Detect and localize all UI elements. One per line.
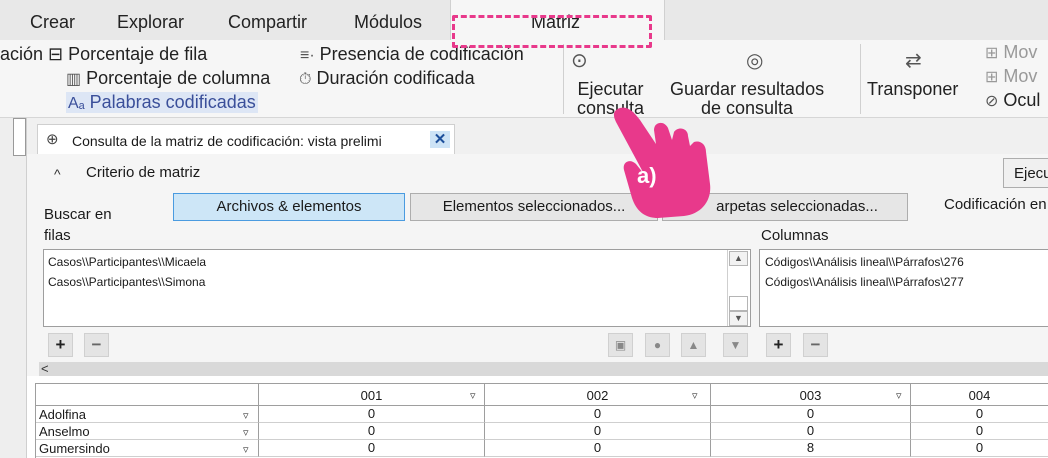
transponer-button[interactable]: Transponer	[867, 80, 958, 99]
header-label: 004	[968, 388, 991, 403]
move-right-icon: ⊞	[985, 69, 999, 86]
grid-cell[interactable]: 0	[485, 406, 711, 423]
grid-cell[interactable]: 0	[259, 406, 485, 423]
text-icon: Aₐ	[68, 95, 85, 112]
tab-crear[interactable]: Crear	[30, 12, 75, 33]
porcentaje-columna-option[interactable]: ▥ Porcentaje de columna	[66, 68, 270, 89]
palabras-codificadas-option[interactable]: Aₐ Palabras codificadas	[66, 92, 258, 113]
duracion-label: Duración codificada	[316, 68, 475, 88]
list-item[interactable]: Códigos\\Análisis lineal\\Párrafos\276	[765, 255, 964, 269]
query-icon: ⊕	[46, 131, 59, 148]
list-item[interactable]: Códigos\\Análisis lineal\\Párrafos\277	[765, 275, 964, 289]
tab-compartir[interactable]: Compartir	[228, 12, 307, 33]
scroll-thumb[interactable]	[729, 296, 748, 311]
column-header-001[interactable]: 001	[259, 384, 485, 406]
filter-icon[interactable]: ▿	[243, 426, 249, 439]
filter-icon[interactable]: ▿	[692, 389, 698, 402]
scroll-down-icon[interactable]: ▼	[729, 311, 748, 326]
header-label: 003	[799, 388, 822, 403]
ribbon-separator	[563, 44, 564, 114]
ocultar-option[interactable]: ⊘ Ocul	[985, 90, 1040, 111]
column-header-004[interactable]: 004	[911, 384, 1048, 406]
search-in-label: Buscar en	[44, 206, 112, 223]
left-collapse-box[interactable]	[13, 118, 26, 156]
remove-row-button[interactable]: −	[84, 333, 109, 357]
mover-option-1[interactable]: ⊞ Mov	[985, 42, 1037, 63]
grid-cell[interactable]: 8	[711, 440, 911, 457]
ribbon-separator	[860, 44, 861, 114]
row-label-anselmo[interactable]: Anselmo	[36, 423, 259, 440]
column-header-003[interactable]: 003	[711, 384, 911, 406]
palabras-codificadas-label: Palabras codificadas	[89, 92, 256, 112]
tab-explorar[interactable]: Explorar	[117, 12, 184, 33]
duracion-option[interactable]: ⏱ Duración codificada	[299, 68, 475, 89]
column-icon: ▥	[66, 71, 82, 88]
annotation-label: a)	[637, 163, 657, 188]
filter-icon[interactable]: ▿	[896, 389, 902, 402]
criterio-title: Criterio de matriz	[86, 164, 201, 181]
run-query-button[interactable]: Ejecu	[1003, 158, 1048, 188]
row-label-text: Adolfina	[39, 407, 86, 422]
hide-icon: ⊘	[985, 93, 999, 110]
scroll-up-icon[interactable]: ▲	[729, 251, 748, 266]
mover-label-1: Mov	[1003, 42, 1038, 62]
timer-icon: ⏱	[299, 71, 312, 88]
horizontal-scrollbar[interactable]	[39, 362, 1048, 376]
transpose-icon: ⇄	[905, 50, 922, 72]
pointing-hand-icon	[613, 107, 711, 218]
option-archivos-elementos[interactable]: Archivos & elementos	[173, 193, 405, 221]
grid-cell[interactable]: 0	[259, 440, 485, 457]
list-item[interactable]: Casos\\Participantes\\Micaela	[48, 255, 206, 269]
remove-column-button[interactable]: −	[803, 333, 828, 357]
porcentaje-columna-label: Porcentaje de columna	[86, 68, 271, 88]
grid-cell[interactable]: 0	[485, 440, 711, 457]
move-down-icon[interactable]: ▼	[723, 333, 748, 357]
header-label: 001	[360, 388, 383, 403]
columns-label: Columnas	[761, 227, 829, 244]
run-query-icon: ⊙	[571, 50, 588, 72]
grid-cell[interactable]: 0	[485, 423, 711, 440]
filter-icon[interactable]: ▿	[243, 409, 249, 422]
matriz-tab-highlight	[452, 15, 652, 48]
grid-cell[interactable]: 0	[711, 406, 911, 423]
add-row-button[interactable]: +	[48, 333, 73, 357]
add-column-button[interactable]: +	[766, 333, 791, 357]
mover-option-2[interactable]: ⊞ Mov	[985, 66, 1037, 87]
scroll-left-icon[interactable]: <	[41, 361, 49, 376]
presence-icon: ≡·	[300, 47, 315, 64]
ejecutar-label: Ejecutar	[577, 79, 644, 99]
list-item[interactable]: Casos\\Participantes\\Simona	[48, 275, 205, 289]
row-label-adolfina[interactable]: Adolfina	[36, 406, 259, 423]
column-header-002[interactable]: 002	[485, 384, 711, 406]
grid-cell[interactable]: 0	[911, 440, 1048, 457]
ocultar-label: Ocul	[1003, 90, 1041, 110]
porcentaje-fila-option[interactable]: ación ⊟ Porcentaje de fila	[0, 44, 207, 65]
chevron-up-icon[interactable]: ^	[54, 166, 61, 182]
select-icon[interactable]: ▣	[608, 333, 633, 357]
filter-icon[interactable]: ▿	[470, 389, 476, 402]
filter-icon[interactable]: ▿	[243, 443, 249, 456]
guardar-label: Guardar resultados	[670, 79, 825, 99]
close-icon[interactable]: ✕	[430, 131, 450, 148]
grid-cell[interactable]: 0	[259, 423, 485, 440]
move-up-icon[interactable]: ▲	[681, 333, 706, 357]
move-left-icon: ⊞	[985, 45, 999, 62]
mover-label-2: Mov	[1003, 66, 1038, 86]
header-label: 002	[586, 388, 609, 403]
user-icon[interactable]: ●	[645, 333, 670, 357]
document-tab-label: Consulta de la matriz de codificación: v…	[72, 133, 382, 149]
coding-label: Codificación en	[944, 196, 1047, 213]
row-label-gumersindo[interactable]: Gumersindo	[36, 440, 259, 457]
row-label-text: Anselmo	[39, 424, 90, 439]
left-navigation-strip	[0, 118, 27, 458]
rows-label: filas	[44, 227, 71, 244]
tab-modulos[interactable]: Módulos	[354, 12, 422, 33]
row-label-text: Gumersindo	[39, 441, 110, 456]
grid-cell[interactable]: 0	[911, 406, 1048, 423]
grid-corner	[36, 384, 259, 406]
grid-cell[interactable]: 0	[911, 423, 1048, 440]
grid-cell[interactable]: 0	[711, 423, 911, 440]
save-query-icon: ◎	[746, 50, 764, 72]
